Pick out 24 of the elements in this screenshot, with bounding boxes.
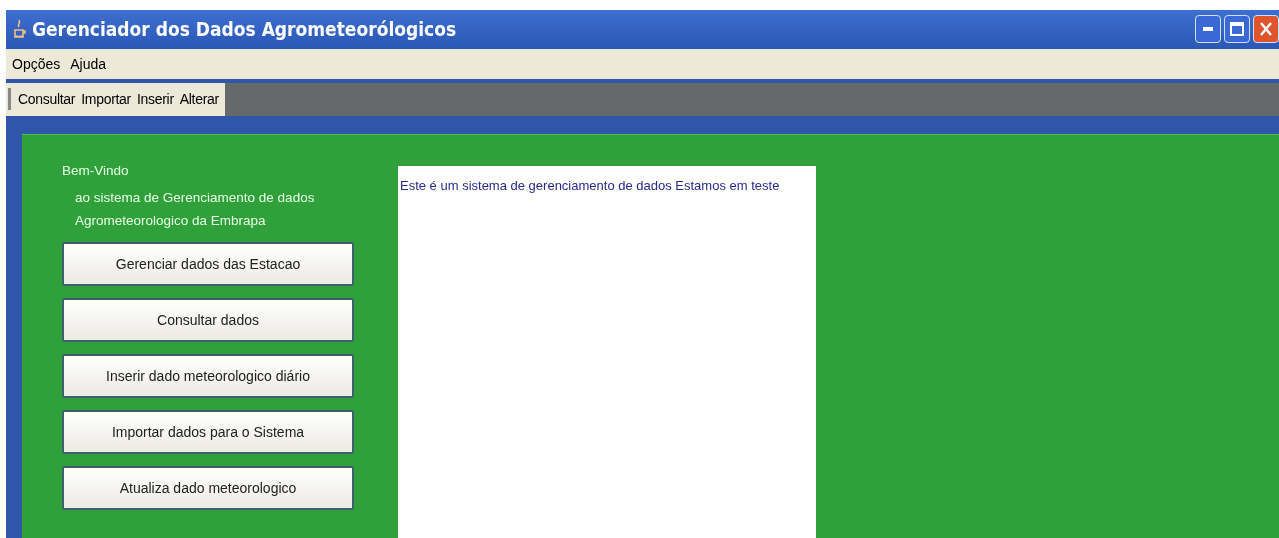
toolbar-grip-icon[interactable]	[8, 88, 11, 111]
toolbar-item[interactable]: Alterar	[177, 91, 221, 108]
text-area[interactable]: Este é um sistema de gerenciamento de dados Estamos em teste	[398, 166, 816, 538]
minimize-button[interactable]	[1195, 15, 1221, 44]
action-button[interactable]: Atualiza dado meteorologico	[62, 466, 354, 510]
toolbar-item[interactable]: Inserir	[134, 91, 176, 108]
minimize-icon	[1203, 27, 1213, 32]
maximize-button[interactable]	[1224, 15, 1250, 44]
maximize-icon	[1230, 22, 1244, 37]
welcome-text: ao sistema de Gerenciamento de dados	[75, 190, 316, 205]
action-button[interactable]: Inserir dado meteorologico diário	[62, 354, 354, 398]
welcome-title: Bem-Vindo	[62, 163, 130, 178]
action-button[interactable]: Gerenciar dados das Estacao	[62, 242, 354, 286]
close-button[interactable]	[1253, 15, 1279, 44]
close-icon	[1260, 22, 1272, 37]
window-title: Gerenciador dos Dados Agrometeorólogicos	[32, 18, 458, 41]
menu-item[interactable]: Ajuda	[66, 55, 111, 72]
toolbar-item[interactable]: Consultar	[16, 91, 78, 108]
menu-item[interactable]: Opções	[8, 55, 65, 72]
java-cup-icon	[12, 19, 26, 40]
action-button[interactable]: Importar dados para o Sistema	[62, 410, 354, 454]
toolbar-item[interactable]: Importar	[79, 91, 133, 108]
welcome-text: Agrometeorologico da Embrapa	[75, 213, 267, 228]
action-button[interactable]: Consultar dados	[62, 298, 354, 342]
